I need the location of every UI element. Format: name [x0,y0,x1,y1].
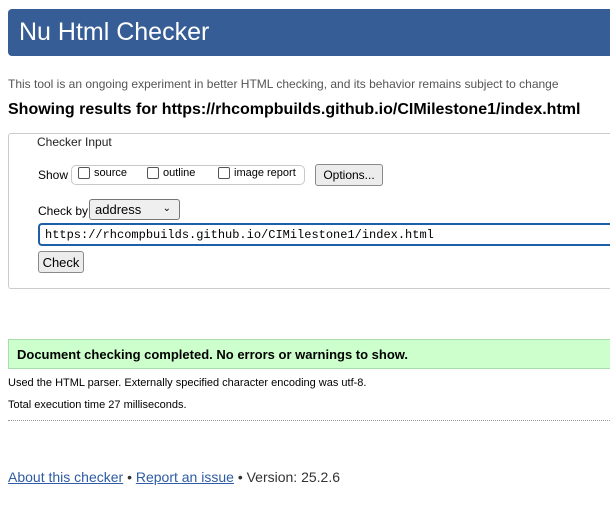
footer-separator: • [237,469,243,485]
execution-time: Total execution time 27 milliseconds. [8,399,187,411]
footer: About this checker • Report an issue • V… [8,469,340,485]
about-link[interactable]: About this checker [8,469,123,485]
chevron-down-icon: ⌄ [162,203,171,214]
outline-checkbox[interactable] [147,167,159,179]
parser-info: Used the HTML parser. Externally specifi… [8,377,367,389]
report-issue-link[interactable]: Report an issue [136,469,234,485]
url-input[interactable]: https://rhcompbuilds.github.io/CIMilesto… [38,223,610,246]
checker-input-legend: Checker Input [36,135,113,149]
image-report-option-label: image report [234,167,296,179]
source-option-label: source [94,167,128,179]
source-checkbox[interactable] [78,167,90,179]
header-banner: Nu Html Checker [8,9,610,56]
options-button[interactable]: Options... [315,164,383,186]
results-heading: Showing results for https://rhcompbuilds… [8,101,581,118]
check-by-label: Check by [38,204,89,218]
check-by-value: address [95,202,142,217]
image-report-checkbox[interactable] [218,167,230,179]
divider [8,420,610,421]
success-message: Document checking completed. No errors o… [8,339,610,369]
source-option[interactable]: source [78,167,127,179]
footer-separator: • [127,469,132,485]
check-button[interactable]: Check [38,251,84,273]
show-label: Show [38,168,69,182]
image-report-option[interactable]: image report [218,167,296,179]
check-by-select[interactable]: address ⌄ [89,199,180,220]
subtitle-text: This tool is an ongoing experiment in be… [8,77,559,91]
version-text: Version: 25.2.6 [246,469,341,485]
outline-option-label: outline [163,167,196,179]
outline-option[interactable]: outline [147,167,195,179]
app-title: Nu Html Checker [19,18,210,46]
